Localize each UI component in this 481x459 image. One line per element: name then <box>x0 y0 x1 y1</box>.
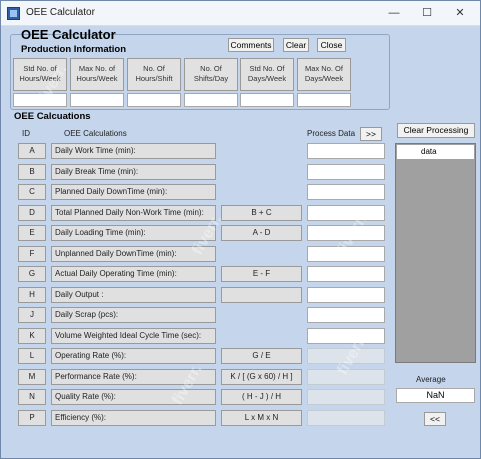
row-formula: E - F <box>221 266 302 282</box>
production-field-input[interactable] <box>297 93 351 107</box>
process-data-input[interactable] <box>307 204 385 221</box>
row-description: Performance Rate (%): <box>51 368 216 385</box>
process-data-input[interactable] <box>307 307 385 323</box>
calc-row: P Efficiency (%): L x M x N <box>1 409 481 428</box>
row-id: H <box>18 286 46 303</box>
title-bar: OEE Calculator — ☐ ✕ <box>1 1 480 26</box>
collapse-button[interactable]: << <box>424 412 446 426</box>
average-label: Average <box>416 375 446 384</box>
row-id: B <box>18 163 46 180</box>
row-description: Planned Daily DownTime (min): <box>51 184 216 200</box>
expand-button[interactable]: >> <box>360 127 382 141</box>
row-formula: G / E <box>221 348 302 364</box>
process-data-input[interactable] <box>307 225 385 241</box>
production-field-label: No. Of Hours/Shift <box>127 58 181 91</box>
row-description: Operating Rate (%): <box>51 348 216 364</box>
production-field-label: Std No. of Hours/Week <box>13 58 67 91</box>
app-window: OEE Calculator — ☐ ✕ OEE Calculator Prod… <box>0 0 481 459</box>
row-id: P <box>18 409 46 426</box>
row-id: K <box>18 327 46 344</box>
row-formula: L x M x N <box>221 409 302 426</box>
window-title: OEE Calculator <box>26 7 95 18</box>
row-id: G <box>18 266 46 282</box>
row-formula: ( H - J ) / H <box>221 389 302 405</box>
row-formula: B + C <box>221 204 302 221</box>
row-description: Total Planned Daily Non-Work Time (min): <box>51 204 216 221</box>
row-description: Daily Scrap (pcs): <box>51 307 216 323</box>
row-description: Daily Work Time (min): <box>51 143 216 159</box>
production-field-label: Std No. Of Days/Week <box>240 58 294 91</box>
process-data-input <box>307 409 385 426</box>
average-value: NaN <box>396 388 475 403</box>
process-data-input[interactable] <box>307 184 385 200</box>
calc-row: M Performance Rate (%): K / [ (G x 60) / H… <box>1 368 481 387</box>
row-description: Daily Loading Time (min): <box>51 225 216 241</box>
production-field-input[interactable] <box>240 93 294 107</box>
main-heading: OEE Calculator <box>21 27 116 42</box>
process-data-input[interactable] <box>307 245 385 262</box>
row-description: Volume Weighted Ideal Cycle Time (sec): <box>51 327 216 344</box>
row-id: J <box>18 307 46 323</box>
row-description: Daily Output : <box>51 286 216 303</box>
row-id: E <box>18 225 46 241</box>
row-description: Efficiency (%): <box>51 409 216 426</box>
production-field-label: Max No. of Hours/Week <box>70 58 124 91</box>
process-data-input <box>307 389 385 405</box>
processing-listbox[interactable]: data <box>395 143 476 363</box>
clear-processing-button[interactable]: Clear Processing <box>397 123 475 138</box>
list-item[interactable]: data <box>397 145 474 159</box>
close-button[interactable]: Close <box>317 38 346 52</box>
process-data-input[interactable] <box>307 327 385 344</box>
process-data-input <box>307 348 385 364</box>
production-field-label: No. Of Shifts/Day <box>184 58 238 91</box>
production-field-input[interactable] <box>127 93 181 107</box>
calc-column-header: OEE Calculations <box>64 129 127 138</box>
production-field-input[interactable] <box>13 93 67 107</box>
row-id: N <box>18 389 46 405</box>
window-close-button[interactable]: ✕ <box>446 4 474 22</box>
process-column-header: Process Data <box>307 129 356 138</box>
comments-button[interactable]: Comments <box>228 38 274 52</box>
row-id: A <box>18 143 46 159</box>
process-data-input <box>307 368 385 385</box>
row-formula: A - D <box>221 225 302 241</box>
process-data-input[interactable] <box>307 266 385 282</box>
minimize-button[interactable]: — <box>380 4 408 22</box>
production-field-input[interactable] <box>70 93 124 107</box>
row-description: Quality Rate (%): <box>51 389 216 405</box>
production-heading: Production Information <box>21 44 127 55</box>
row-id: F <box>18 245 46 262</box>
process-data-input[interactable] <box>307 163 385 180</box>
row-description: Actual Daily Operating Time (min): <box>51 266 216 282</box>
row-formula <box>221 286 302 303</box>
row-id: C <box>18 184 46 200</box>
row-formula: K / [ (G x 60) / H ] <box>221 368 302 385</box>
row-id: M <box>18 368 46 385</box>
row-id: D <box>18 204 46 221</box>
app-icon <box>7 7 20 20</box>
process-data-input[interactable] <box>307 143 385 159</box>
maximize-button[interactable]: ☐ <box>413 4 441 22</box>
id-column-header: ID <box>22 129 30 138</box>
row-id: L <box>18 348 46 364</box>
row-description: Unplanned Daily DownTime (min): <box>51 245 216 262</box>
clear-button[interactable]: Clear <box>283 38 309 52</box>
row-description: Daily Break Time (min): <box>51 163 216 180</box>
production-field-label: Max No. Of Days/Week <box>297 58 351 91</box>
calculations-heading: OEE Calcuations <box>14 111 91 122</box>
process-data-input[interactable] <box>307 286 385 303</box>
production-field-input[interactable] <box>184 93 238 107</box>
